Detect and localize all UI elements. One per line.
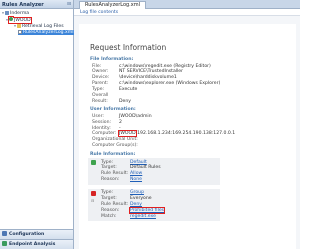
field-value: regedit.exe <box>130 214 156 220</box>
rule-type-link[interactable]: Default <box>130 160 147 165</box>
collapse-icon[interactable]: ⊟ <box>91 198 94 203</box>
overall-result-value: Deny <box>119 98 131 104</box>
nav-label: Configuration <box>9 232 45 237</box>
nav-label: Endpoint Analysis <box>9 242 56 247</box>
tab-log-file[interactable]: RulesAnalyzerLog.xml <box>79 1 146 9</box>
tree-item-label: JWOOD <box>14 17 31 23</box>
allow-rule-icon <box>91 160 96 166</box>
computer-groups-row: Computer Group(s): <box>90 143 296 149</box>
navigation-buttons: Configuration Endpoint Analysis <box>0 229 73 249</box>
file-icon <box>18 29 22 34</box>
computer-ip-list: 192.168.1.234:169.254.190.138:127.0.0.1 <box>135 131 236 137</box>
pane-title: Rules Analyzer ⊟ <box>0 0 73 9</box>
field-value: Execute <box>119 87 138 93</box>
rule-info-heading: Rule Information: <box>90 151 136 157</box>
rule-result-link[interactable]: Allow <box>130 171 142 176</box>
user-info-heading: User Information: <box>90 107 136 113</box>
endpoint-analysis-icon <box>2 241 7 246</box>
nav-configuration-button[interactable]: Configuration <box>0 229 73 239</box>
tree-view: ▾ Inderma ▾ JWOOD ▾ Retrieval Log Files Rul… <box>0 9 74 37</box>
rule-match-link[interactable]: regedit.exe <box>130 214 156 219</box>
field-key: Result: <box>92 98 108 104</box>
page-title: Request Information <box>90 43 167 52</box>
field-key: Computer Group(s): <box>92 143 138 149</box>
pane-title-text: Rules Analyzer <box>2 1 44 8</box>
pin-icon[interactable]: ⊟ <box>67 2 71 7</box>
tree-item-label: RulesAnalyzerLog.xml <box>23 30 74 35</box>
tree-item-label: Retrieval Log Files <box>22 24 64 29</box>
tab-strip: RulesAnalyzerLog.xml <box>74 0 300 9</box>
rule-reason-row: Reason: None <box>88 177 220 183</box>
field-value: JWOOD\admin <box>119 113 152 119</box>
highlighted-user-node: JWOOD <box>7 16 32 24</box>
computer-name-highlight: JWOOD <box>117 130 137 138</box>
rule-entry-allow: Type: Default Target: Default Rules Rule R… <box>88 158 220 185</box>
rule-match-row: Match: regedit.exe <box>88 214 220 220</box>
tree-item-label: Inderma <box>10 11 30 16</box>
file-info-heading: File Information: <box>90 57 134 62</box>
breadcrumb: Log file contents <box>74 9 300 16</box>
rule-type-link[interactable]: Group <box>130 190 144 195</box>
field-value: None <box>130 177 142 183</box>
result-row: Result: Deny <box>90 99 296 105</box>
computer-icon <box>5 10 9 15</box>
deny-rule-icon <box>91 190 96 196</box>
nav-endpoint-analysis-button[interactable]: Endpoint Analysis <box>0 239 73 249</box>
document-pane: RulesAnalyzerLog.xml Log file contents R… <box>74 0 300 249</box>
rule-entry-deny: ⊟ Type: Group Target: Everyone Rule Result… <box>88 188 220 222</box>
tree-item-log-file[interactable]: RulesAnalyzerLog.xml <box>0 29 74 37</box>
rule-reason-link[interactable]: Prohibited files <box>128 206 166 215</box>
configuration-icon <box>2 231 7 236</box>
field-key: Reason: <box>101 177 120 183</box>
selected-file-node: RulesAnalyzerLog.xml <box>18 29 74 35</box>
log-document: Request Information File Information: Fi… <box>79 24 296 249</box>
rules-analyzer-pane: Rules Analyzer ⊟ ▾ Inderma ▾ JWOOD ▾ Retrie… <box>0 0 74 249</box>
folder-icon <box>17 23 21 28</box>
field-key: Match: <box>101 213 117 219</box>
user-icon <box>9 17 13 21</box>
rule-reason-link[interactable]: None <box>130 177 142 182</box>
rule-result-link[interactable]: Deny <box>130 202 142 207</box>
